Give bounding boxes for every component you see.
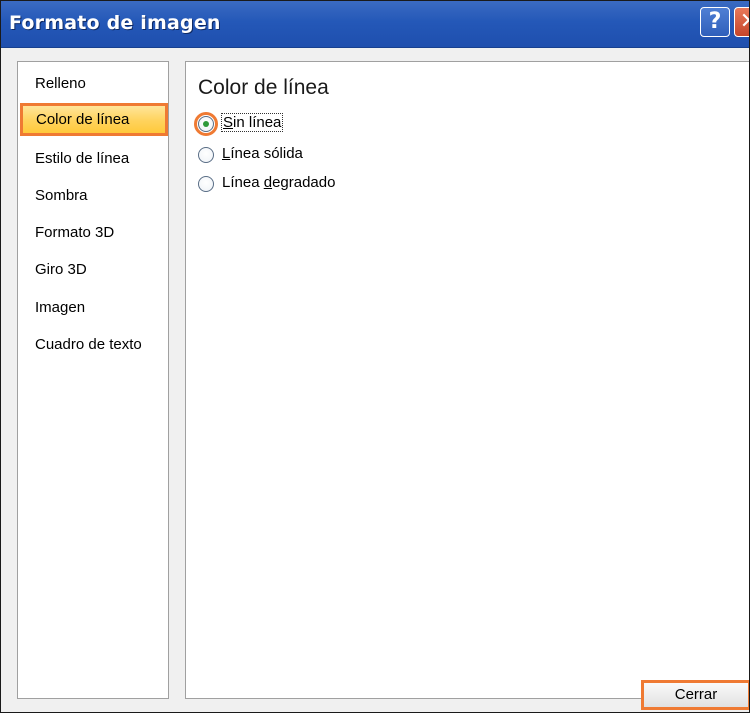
category-list: Relleno Color de línea Estilo de línea S… (17, 61, 169, 699)
sidebar-item-sombra[interactable]: Sombra (18, 179, 168, 212)
dialog-title: Formato de imagen (9, 12, 221, 34)
radio-button[interactable] (198, 176, 214, 192)
sidebar-item-formato-3d[interactable]: Formato 3D (18, 216, 168, 249)
option-label: Línea sólida (222, 145, 303, 162)
format-picture-dialog: Formato de imagen ? ✕ Relleno Color de l… (0, 0, 750, 713)
sidebar-item-imagen[interactable]: Imagen (18, 291, 168, 324)
radio-button[interactable] (198, 147, 214, 163)
sidebar-item-color-de-linea[interactable]: Color de línea (20, 103, 168, 136)
close-button[interactable]: Cerrar (641, 680, 749, 710)
sidebar-item-cuadro-de-texto[interactable]: Cuadro de texto (18, 328, 168, 361)
sidebar-item-relleno[interactable]: Relleno (18, 67, 168, 100)
help-button[interactable]: ? (700, 7, 730, 37)
close-icon[interactable]: ✕ (734, 7, 749, 37)
title-bar[interactable]: Formato de imagen ? ✕ (1, 1, 749, 48)
sidebar-item-estilo-de-linea[interactable]: Estilo de línea (18, 142, 168, 175)
panel-title: Color de línea (198, 76, 329, 99)
radio-button[interactable] (198, 116, 214, 132)
option-label: Línea degradado (222, 174, 336, 191)
option-label: Sin línea (220, 113, 284, 132)
options-panel: Color de línea Sin línea Línea sólida Lí… (185, 61, 749, 699)
sidebar-item-giro-3d[interactable]: Giro 3D (18, 253, 168, 286)
